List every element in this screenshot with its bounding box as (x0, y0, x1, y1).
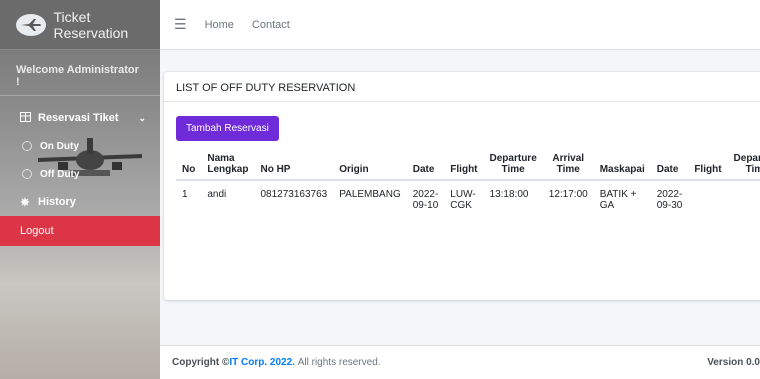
history-icon: ✵ (20, 196, 30, 209)
column-header: Departure Time (727, 149, 760, 181)
column-header: Flight (444, 149, 484, 181)
copyright-prefix: Copyright © (172, 357, 230, 368)
chevron-down-icon: ⌄ (138, 112, 146, 123)
circle-icon (22, 141, 32, 151)
logout-button[interactable]: Logout (0, 216, 160, 246)
sidebar: Ticket Reservation Welcome Administrator… (0, 0, 160, 379)
nav-link-contact[interactable]: Contact (252, 19, 290, 31)
cell-origin: PALEMBANG (339, 189, 401, 200)
version-text: Version 0.0 (707, 357, 760, 368)
column-header: Date (406, 149, 445, 181)
reservation-card: LIST OF OFF DUTY RESERVATION Tambah Rese… (164, 72, 760, 300)
table-row: 1 andi 081273163763 PALEMBANG 2022-09-10… (176, 180, 760, 219)
welcome-text: Welcome Administrator ! (0, 50, 160, 96)
cell-phone: 081273163763 (260, 189, 328, 200)
cell-no: 1 (182, 189, 188, 200)
sidebar-item-label: History (38, 196, 76, 208)
sidebar-nav: Reservasi Tiket ⌄ On Duty Off Duty ✵ His… (0, 104, 160, 216)
cell-return-date: 2022-09-30 (656, 189, 683, 211)
rights-text: All rights reserved. (297, 357, 381, 368)
reservation-table: No Nama Lengkap No HP Origin Date Flight… (176, 149, 760, 219)
hamburger-menu-icon[interactable]: ☰ (174, 16, 187, 33)
table-header-row: No Nama Lengkap No HP Origin Date Flight… (176, 149, 760, 181)
column-header: Departure Time (483, 149, 543, 181)
top-navbar: ☰ Home Contact (160, 0, 760, 50)
card-body: Tambah Reservasi No Nama Lengkap No HP O… (164, 102, 760, 233)
nav-link-home[interactable]: Home (205, 19, 234, 31)
sidebar-item-history[interactable]: ✵ History (0, 188, 160, 216)
add-reservation-button[interactable]: Tambah Reservasi (176, 116, 279, 141)
table-icon (18, 111, 32, 125)
cell-nama: andi (207, 189, 227, 200)
cell-return-flight (688, 180, 727, 219)
footer: Copyright © IT Corp. 2022. All rights res… (160, 345, 760, 379)
brand[interactable]: Ticket Reservation (0, 0, 160, 50)
column-header: No (176, 149, 202, 181)
sidebar-item-label: On Duty (40, 140, 79, 152)
sidebar-item-label: Off Duty (40, 168, 80, 180)
column-header: Flight (688, 149, 728, 181)
sidebar-item-reservasi-tiket[interactable]: Reservasi Tiket ⌄ (0, 104, 160, 132)
cell-return-departure (728, 180, 760, 219)
column-header: Nama Lengkap (201, 149, 255, 181)
circle-icon (22, 169, 32, 179)
column-header: Arrival Time (542, 149, 594, 181)
cell-flight: LUW-CGK (450, 189, 476, 211)
column-header: No HP (254, 149, 334, 181)
cell-departure: 13:18:00 (489, 189, 529, 200)
company-link[interactable]: IT Corp. 2022. (229, 357, 295, 368)
column-header: Origin (333, 149, 407, 181)
cell-maskapai: BATIK + GA (599, 189, 637, 211)
sidebar-item-on-duty[interactable]: On Duty (0, 132, 160, 160)
sidebar-item-off-duty[interactable]: Off Duty (0, 160, 160, 188)
column-header: Date (650, 149, 689, 181)
sidebar-item-label: Reservasi Tiket (38, 112, 119, 124)
plane-logo-icon (16, 13, 46, 36)
card-title: LIST OF OFF DUTY RESERVATION (164, 72, 760, 102)
column-header: Maskapai (593, 149, 651, 181)
cell-date: 2022-09-10 (412, 189, 439, 211)
app-title: Ticket Reservation (53, 8, 129, 41)
cell-arrival: 12:17:00 (548, 189, 588, 200)
